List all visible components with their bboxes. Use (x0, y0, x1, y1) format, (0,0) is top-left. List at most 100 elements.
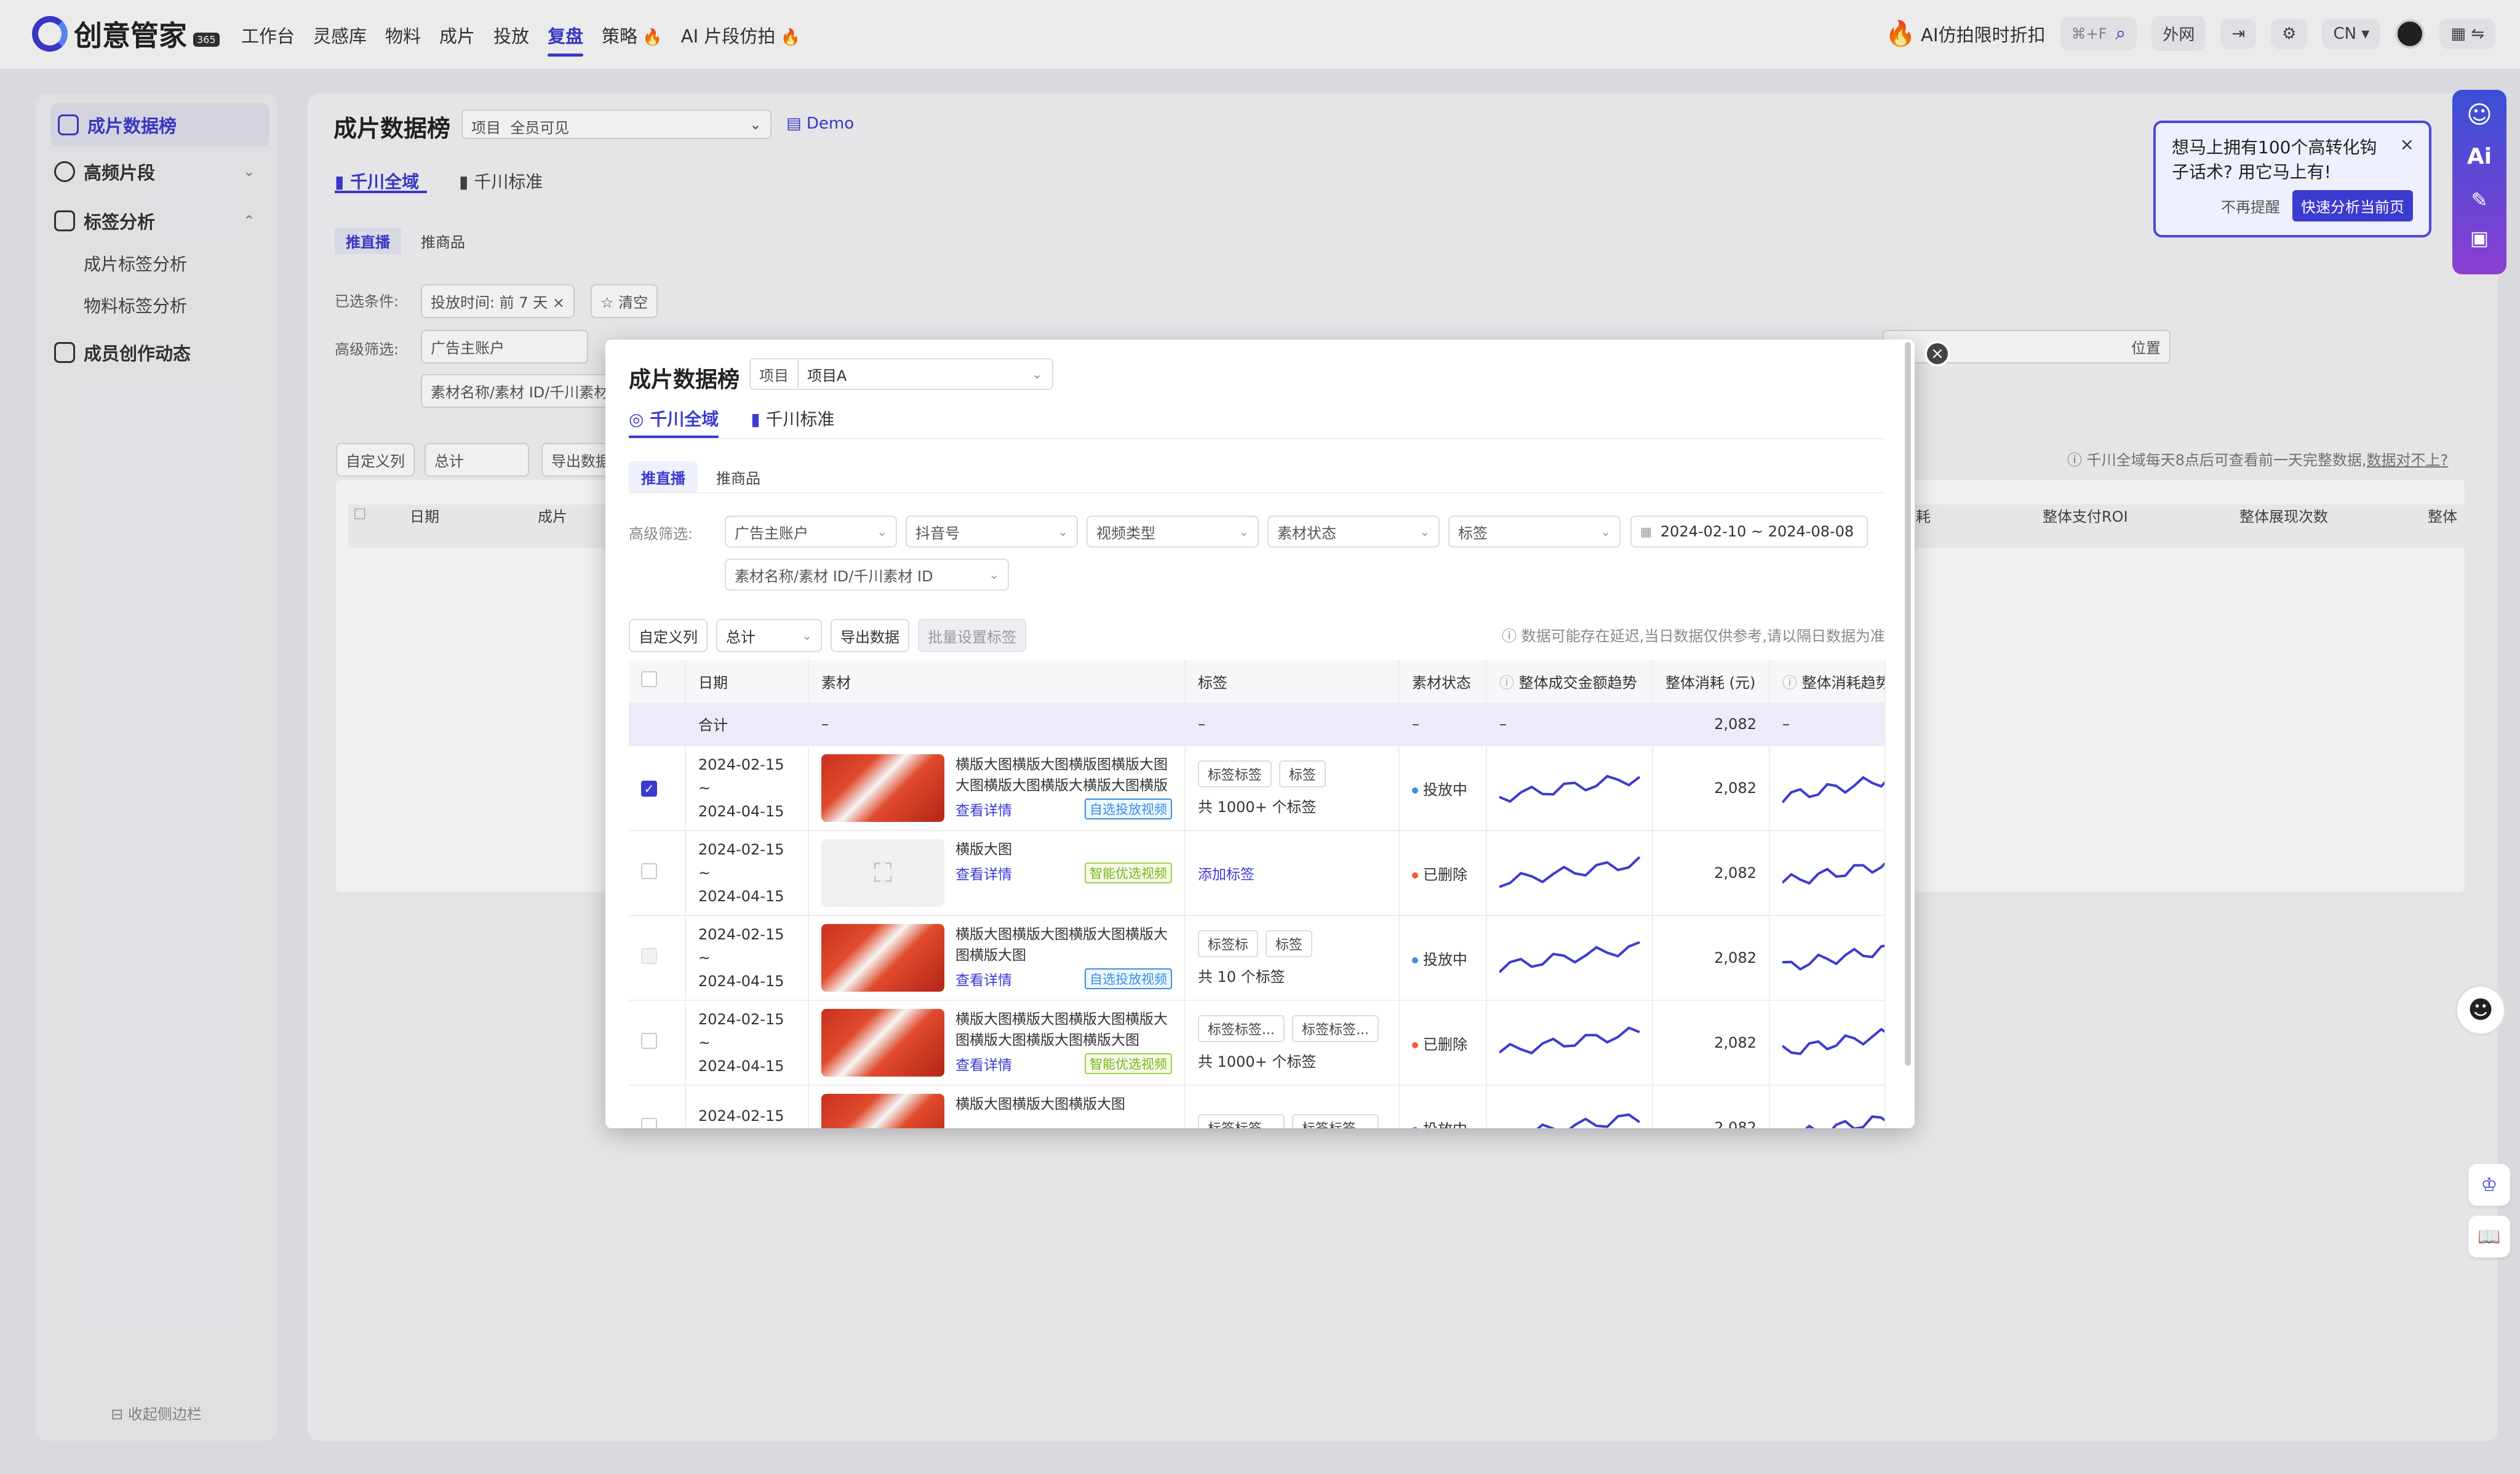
data-ranking-modal: 成片数据榜 项目 项目A ⌄ ◎ 千川全域 ▮ 千川标准 推直播 推商品 高级筛… (605, 340, 1915, 1128)
table-row[interactable]: 2024-02-15 ~ 2024-04-15 横版大图横版大图横版大图横版大图横… (629, 1000, 1886, 1086)
row-checkbox[interactable]: ✓ (641, 781, 657, 797)
cost-cell: 2,082 (1653, 1000, 1770, 1086)
cost-trend-cell (1769, 831, 1886, 916)
select-cell (629, 831, 686, 916)
batch-tag-button[interactable]: 批量设置标签 (918, 619, 1026, 652)
add-tag-link[interactable]: 添加标签 (1198, 867, 1254, 883)
subtab-goods[interactable]: 推商品 (704, 461, 773, 493)
filter-tag[interactable]: 标签 ⌄ (1448, 516, 1621, 548)
table-row[interactable]: 2024-02-15 ~ 2024-04-15 横版大图横版大图横版大图横版大图横… (629, 915, 1886, 1001)
col-label: 整体成交金额趋势 (1518, 674, 1637, 691)
sparkline-path (1782, 944, 1884, 971)
row-checkbox[interactable] (641, 1118, 657, 1128)
robot-icon[interactable]: ☺ (2452, 101, 2506, 129)
image-icon[interactable]: ▣ (2452, 226, 2506, 250)
total-select[interactable]: 总计 ⌄ (716, 619, 822, 652)
date-cell: 2024-02-15 ~ (685, 1085, 809, 1128)
gmv-trend-cell (1486, 831, 1653, 916)
subtab-live[interactable]: 推直播 (629, 461, 698, 493)
table-row[interactable]: 2024-02-15 ~ 2024-04-15 ⛶ 横版大图 查看详情 智能优选视频 添… (629, 831, 1886, 916)
gmv-trend-cell (1486, 1000, 1653, 1086)
col-material[interactable]: 素材 (808, 659, 1186, 703)
tab-qianchuan-std[interactable]: ▮ 千川标准 (751, 406, 834, 438)
view-detail-link[interactable]: 查看详情 (955, 803, 1012, 819)
summary-status: – (1399, 703, 1487, 746)
chevron-down-icon: ⌄ (877, 524, 887, 539)
chevron-down-icon: ⌄ (1600, 524, 1611, 539)
sparkline-path (1781, 1027, 1884, 1056)
pen-icon[interactable]: ✎ (2452, 188, 2506, 212)
custom-columns-button[interactable]: 自定义列 (629, 619, 708, 652)
select-cell (629, 1000, 686, 1086)
tag-chip[interactable]: 标签标签 (1198, 760, 1272, 787)
cost-cell: 2,082 (1653, 746, 1770, 831)
material-thumbnail[interactable] (821, 1009, 944, 1077)
sparkline-path (1804, 1115, 1884, 1128)
tag-chip[interactable]: 标签标签... (1198, 1014, 1285, 1042)
filter-video-type[interactable]: 视频类型 ⌄ (1087, 516, 1259, 548)
export-data-button[interactable]: 导出数据 (831, 619, 909, 652)
summary-cell (629, 703, 686, 746)
tag-chip[interactable]: 标签标签... (1198, 1114, 1285, 1128)
table-row[interactable]: 2024-02-15 ~ 横版大图横版大图横版大图 标签标签...标签标签...… (629, 1085, 1886, 1128)
tags-cell: 标签标签... 标签标签... 共 1000+ 个标签 (1185, 1000, 1400, 1086)
view-detail-link[interactable]: 查看详情 (955, 973, 1012, 989)
col-cost[interactable]: 整体消耗 (元) (1653, 659, 1770, 703)
summary-material: – (808, 703, 1186, 746)
tab-qianchuan-all[interactable]: ◎ 千川全域 (629, 406, 719, 438)
scrollbar[interactable] (1905, 342, 1911, 1066)
material-search-input[interactable]: 素材名称/素材 ID/千川素材 ID ⌄ (725, 559, 1009, 591)
filter-label: 视频类型 (1096, 524, 1155, 542)
filter-douyin-account[interactable]: 抖音号 ⌄ (906, 516, 1078, 548)
col-date[interactable]: 日期 (685, 659, 809, 703)
col-gmv-trend[interactable]: ⓘ 整体成交金额趋势 (1486, 659, 1653, 703)
status-cell: 投放中 (1399, 915, 1487, 1001)
date-cell: 2024-02-15 ~ 2024-04-15 (685, 1000, 809, 1086)
cost-trend-cell (1769, 746, 1886, 831)
project-label: 项目 (751, 359, 799, 389)
ai-label[interactable]: Ai (2452, 144, 2506, 169)
row-checkbox[interactable] (641, 863, 657, 879)
filter-ad-account[interactable]: 广告主账户 ⌄ (725, 516, 897, 548)
date-start: 2024-02-15 ~ (698, 926, 784, 966)
modal-close-icon[interactable]: × (1924, 341, 1950, 367)
dismiss-button[interactable]: 不再提醒 (2221, 195, 2280, 217)
row-checkbox[interactable] (641, 1033, 657, 1049)
tag-chip[interactable]: 标签标 (1198, 930, 1259, 957)
tag-chip[interactable]: 标签标签... (1291, 1014, 1379, 1042)
analyze-page-button[interactable]: 快速分析当前页 (2292, 190, 2413, 221)
material-thumbnail[interactable] (821, 1094, 944, 1128)
status-text: 投放中 (1423, 781, 1467, 799)
modal-title: 成片数据榜 (629, 367, 740, 392)
col-cost-trend[interactable]: ⓘ 整体消耗趋势 (1769, 659, 1886, 703)
chevron-down-icon: ⌄ (1032, 367, 1042, 381)
cost-trend-sparkline (1804, 1115, 1884, 1128)
tag-chip[interactable]: 标签 (1266, 930, 1313, 957)
material-thumbnail[interactable] (821, 924, 944, 992)
col-status[interactable]: 素材状态 (1399, 659, 1487, 703)
col-tags[interactable]: 标签 (1185, 659, 1400, 703)
date-start: 2024-02-15 ~ (698, 841, 784, 882)
project-select[interactable]: 项目 项目A ⌄ (749, 358, 1053, 390)
select-all-checkbox[interactable] (641, 671, 657, 687)
tag-chip[interactable]: 标签标签... (1291, 1114, 1379, 1128)
status-text: 已删除 (1423, 866, 1467, 883)
status-dot (1412, 1126, 1418, 1128)
view-detail-link[interactable]: 查看详情 (955, 1058, 1012, 1074)
close-icon[interactable]: × (2400, 134, 2414, 154)
material-cell: 横版大图横版大图横版图横版大图大图横版大图横版大横版大图横版大图图... 查看详情… (808, 746, 1186, 831)
date-range-picker[interactable]: ▦ 2024-02-10 ~ 2024-08-08 (1630, 516, 1868, 548)
row-checkbox[interactable] (641, 948, 657, 964)
assistant-avatar[interactable]: ☻ (2455, 984, 2506, 1036)
view-detail-link[interactable]: 查看详情 (955, 867, 1012, 883)
tag-chip[interactable]: 标签 (1279, 760, 1326, 787)
book-icon[interactable]: 📖 (2468, 1216, 2510, 1257)
gmv-trend-cell (1486, 1085, 1653, 1128)
video-type-badge: 自选投放视频 (1085, 799, 1172, 819)
table-row[interactable]: ✓ 2024-02-15 ~ 2024-04-15 横版大图横版大图横版图横版大图… (629, 746, 1886, 831)
material-thumbnail[interactable] (821, 754, 944, 822)
cost-cell: 2,082 (1653, 915, 1770, 1001)
filter-material-status[interactable]: 素材状态 ⌄ (1267, 516, 1440, 548)
crown-icon[interactable]: ♔ (2468, 1164, 2510, 1206)
cost-trend-cell (1769, 1085, 1886, 1128)
